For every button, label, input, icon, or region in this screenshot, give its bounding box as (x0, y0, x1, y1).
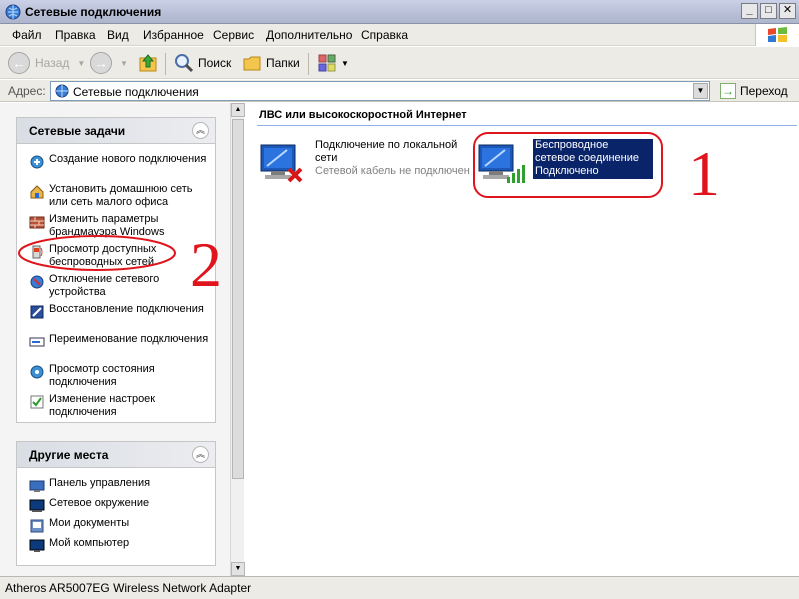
connection-status: Сетевой кабель не подключен (315, 165, 470, 177)
forward-arrow-icon: → (90, 52, 112, 74)
firewall-icon (29, 216, 45, 229)
toolbar-separator (165, 53, 166, 75)
settings-check-icon (30, 395, 44, 409)
views-icon (318, 54, 336, 72)
group-divider (257, 125, 797, 126)
address-input[interactable]: Сетевые подключения ▼ (50, 81, 710, 101)
task-view-wireless-networks[interactable]: Просмотр доступных беспроводных сетей (29, 243, 209, 269)
task-pane-scrollbar[interactable]: ▲ ▼ (230, 103, 245, 576)
back-arrow-icon: ← (8, 52, 30, 74)
panel-header[interactable]: Сетевые задачи ︽ (17, 118, 215, 144)
status-text: Atheros AR5007EG Wireless Network Adapte… (5, 581, 252, 595)
task-view-status[interactable]: Просмотр состояния подключения (29, 363, 209, 389)
wireless-connected-icon (478, 144, 525, 183)
task-repair-connection[interactable]: Восстановление подключения (29, 303, 209, 320)
network-connections-icon (55, 84, 69, 98)
menu-advanced[interactable]: Дополнительно (266, 28, 352, 42)
menu-favorites[interactable]: Избранное (143, 28, 204, 42)
address-dropdown-button[interactable]: ▼ (693, 83, 708, 99)
status-icon (30, 365, 44, 379)
scroll-up-button[interactable]: ▲ (231, 103, 245, 117)
folders-button[interactable]: Папки (241, 51, 300, 75)
panel-title: Другие места (29, 448, 109, 462)
folder-up-icon (139, 54, 157, 72)
new-connection-icon (30, 155, 44, 169)
menu-tools[interactable]: Сервис (213, 28, 254, 42)
minimize-button[interactable]: _ (741, 3, 758, 19)
connection-name: Подключение по локальной сети (315, 139, 458, 164)
collapse-icon[interactable]: ︽ (192, 122, 209, 139)
wireless-networks-icon (32, 245, 43, 259)
search-icon (175, 54, 194, 73)
my-documents-icon (30, 519, 44, 533)
group-title: ЛВС или высокоскоростной Интернет (259, 109, 467, 121)
connection-wireless[interactable]: Беспроводное сетевое соединение Подключе… (477, 139, 653, 185)
control-panel-icon (29, 480, 45, 492)
scroll-down-button[interactable]: ▼ (231, 562, 245, 576)
address-bar: Адрес: Сетевые подключения ▼ → Переход (0, 80, 799, 102)
connection-lan[interactable]: Подключение по локальной сети Сетевой ка… (259, 139, 472, 185)
panel-title: Сетевые задачи (29, 124, 126, 138)
network-connections-icon (5, 4, 21, 20)
close-button[interactable]: ✕ (779, 3, 796, 19)
back-button[interactable]: ← Назад ▼ (8, 51, 85, 75)
chevron-down-icon[interactable]: ▼ (77, 59, 85, 68)
network-neighborhood-icon (29, 499, 45, 512)
other-places-panel: Другие места ︽ Панель управления Сетевое… (16, 441, 216, 566)
task-pane: Сетевые задачи ︽ Создание нового подключ… (0, 103, 230, 576)
address-label: Адрес: (8, 84, 46, 98)
search-button[interactable]: Поиск (173, 51, 231, 75)
connection-status: Подключено (535, 165, 599, 177)
task-home-network[interactable]: Установить домашнюю сеть или сеть малого… (29, 183, 209, 209)
go-button[interactable]: → Переход (720, 83, 788, 99)
connections-view: ЛВС или высокоскоростной Интернет Подклю… (245, 103, 799, 576)
toolbar: ← Назад ▼ → ▼ Поиск Папки ▼ (0, 47, 799, 79)
windows-logo-icon (755, 24, 799, 46)
lan-disconnected-icon (260, 144, 303, 183)
scroll-thumb[interactable] (232, 119, 244, 479)
task-change-settings[interactable]: Изменение настроек подключения (29, 393, 209, 419)
place-network-neighborhood[interactable]: Сетевое окружение (29, 497, 209, 514)
my-computer-icon (29, 539, 45, 552)
place-control-panel[interactable]: Панель управления (29, 477, 209, 494)
chevron-down-icon: ▼ (341, 58, 349, 68)
up-button[interactable] (137, 51, 159, 75)
views-button[interactable]: ▼ (316, 51, 349, 75)
network-tasks-panel: Сетевые задачи ︽ Создание нового подключ… (16, 117, 216, 423)
menu-view[interactable]: Вид (107, 28, 129, 42)
address-value: Сетевые подключения (73, 85, 199, 99)
connection-name: Беспроводное сетевое соединение (535, 139, 640, 164)
maximize-button[interactable]: □ (760, 3, 777, 19)
menu-file[interactable]: Файл (12, 28, 42, 42)
forward-button[interactable]: → ▼ (90, 51, 128, 75)
place-my-computer[interactable]: Мой компьютер (29, 537, 209, 554)
chevron-down-icon[interactable]: ▼ (120, 59, 128, 68)
toolbar-separator (308, 53, 309, 75)
menu-bar: Файл Правка Вид Избранное Сервис Дополни… (0, 24, 799, 46)
menu-edit[interactable]: Правка (55, 28, 96, 42)
title-bar: Сетевые подключения _ □ ✕ (0, 0, 799, 24)
panel-header[interactable]: Другие места ︽ (17, 442, 215, 468)
task-disable-device[interactable]: Отключение сетевого устройства (29, 273, 209, 299)
status-bar: Atheros AR5007EG Wireless Network Adapte… (0, 576, 799, 599)
window-title: Сетевые подключения (25, 5, 162, 19)
repair-connection-icon (30, 305, 44, 319)
collapse-icon[interactable]: ︽ (192, 446, 209, 463)
rename-icon (29, 337, 45, 347)
go-arrow-icon: → (720, 83, 736, 99)
place-my-documents[interactable]: Мои документы (29, 517, 209, 534)
task-firewall-settings[interactable]: Изменить параметры брандмауэра Windows (29, 213, 209, 239)
task-rename-connection[interactable]: Переименование подключения (29, 333, 209, 350)
disable-device-icon (30, 275, 44, 289)
task-create-connection[interactable]: Создание нового подключения (29, 153, 209, 170)
menu-help[interactable]: Справка (361, 28, 408, 42)
home-network-icon (30, 185, 44, 199)
folders-icon (243, 56, 261, 71)
